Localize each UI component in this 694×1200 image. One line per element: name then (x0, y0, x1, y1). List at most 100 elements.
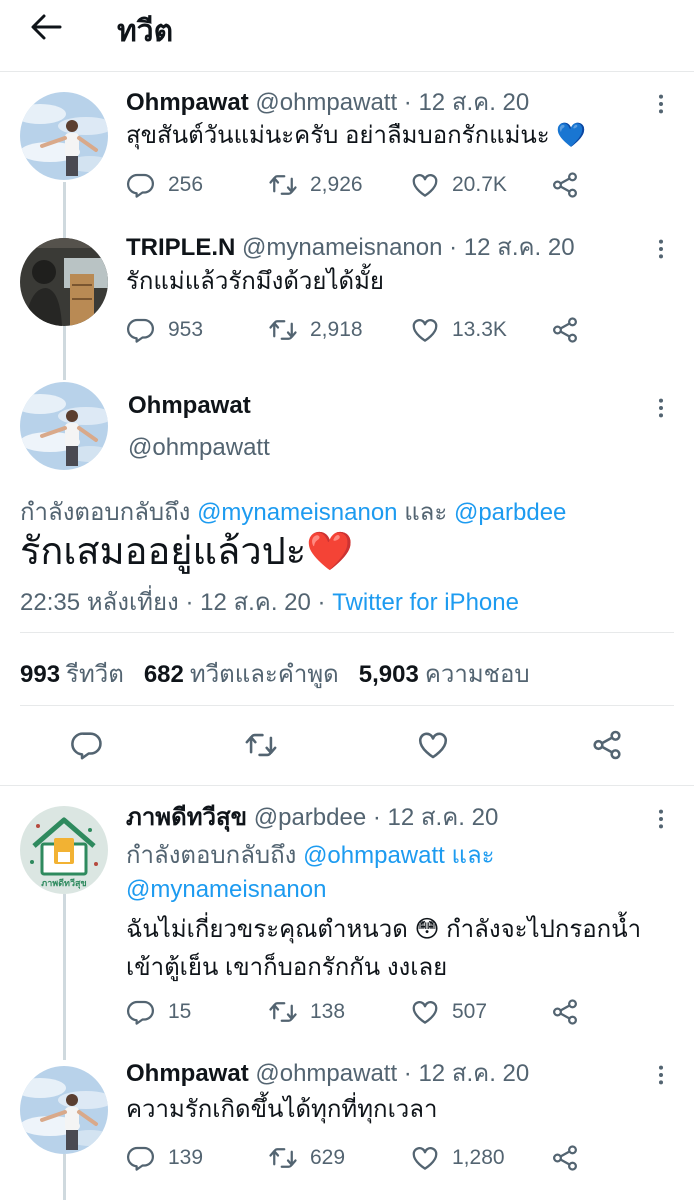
tweet-timestamp[interactable]: 22:35 หลังเที่ยง · 12 ส.ค. 20 · (20, 589, 326, 616)
retweet-icon (268, 170, 298, 200)
likes-label[interactable]: ความชอบ (425, 661, 530, 688)
tweet-source[interactable]: Twitter for iPhone (332, 589, 519, 616)
heart-icon (410, 315, 440, 345)
retweet-icon (268, 315, 298, 345)
user-handle[interactable]: @ohmpawatt (128, 434, 270, 462)
reply-icon (126, 1143, 156, 1173)
display-name[interactable]: Ohmpawat (126, 89, 249, 116)
share-button[interactable] (550, 168, 592, 202)
retweet-button[interactable]: 629 (268, 1141, 345, 1175)
tweet-actions: 139 629 1,280 (126, 1141, 596, 1175)
divider (20, 632, 674, 633)
top-bar: ทวีต (0, 0, 694, 72)
retweet-count: 629 (310, 1146, 346, 1169)
more-options-button[interactable] (648, 806, 674, 832)
more-options-button[interactable] (648, 236, 674, 262)
tweet-date: · 12 ส.ค. 20 (403, 1060, 530, 1087)
display-name[interactable]: ภาพดีทวีสุข (126, 804, 247, 831)
share-icon (550, 1143, 580, 1173)
like-count: 1,280 (452, 1146, 505, 1169)
tweet-actions: 15 138 507 (126, 995, 596, 1029)
reply-icon (126, 170, 156, 200)
retweet-count: 138 (310, 1000, 346, 1023)
retweet-button[interactable] (242, 726, 280, 764)
reply-icon (70, 728, 104, 762)
tweet-date: · 12 ส.ค. 20 (403, 89, 530, 116)
tweet-date: · 12 ส.ค. 20 (449, 234, 575, 261)
like-button[interactable]: 13.3K (410, 313, 507, 347)
reply-count: 953 (168, 318, 204, 341)
user-handle[interactable]: @ohmpawatt (255, 89, 397, 116)
reply-button[interactable] (68, 726, 106, 764)
share-icon (590, 728, 624, 762)
tweet-stats: 993 รีทวีต 682 ทวีตและคำพูด 5,903 ความชอบ (20, 654, 550, 693)
share-button[interactable] (550, 995, 592, 1029)
more-vertical-icon (658, 397, 664, 419)
mention-link[interactable]: @mynameisnanon (197, 499, 397, 526)
quotes-label[interactable]: ทวีตและคำพูด (190, 661, 339, 688)
quotes-count[interactable]: 682 (144, 661, 184, 688)
tweet-text: สุขสันต์วันแม่นะครับ อย่าลืมบอกรักแม่นะ … (126, 122, 587, 149)
user-handle[interactable]: @mynameisnanon (242, 234, 442, 261)
more-options-button[interactable] (648, 91, 674, 117)
avatar[interactable] (20, 382, 108, 470)
share-icon (550, 170, 580, 200)
like-button[interactable]: 1,280 (410, 1141, 505, 1175)
reply-count: 15 (168, 1000, 192, 1023)
share-button[interactable] (550, 313, 592, 347)
user-handle[interactable]: @ohmpawatt (255, 1060, 397, 1087)
replying-label: กำลังตอบกลับถึง (126, 842, 297, 869)
avatar[interactable] (20, 92, 108, 180)
more-options-button[interactable] (648, 1062, 674, 1088)
retweets-label[interactable]: รีทวีต (66, 661, 124, 688)
retweets-count[interactable]: 993 (20, 661, 60, 688)
avatar-caption: ภาพดีทวีสุข (41, 878, 86, 889)
heart-icon (410, 170, 440, 200)
more-vertical-icon (658, 1064, 664, 1086)
avatar[interactable] (20, 1066, 108, 1154)
reply-button[interactable]: 139 (126, 1141, 203, 1175)
reply-icon (126, 315, 156, 345)
tweet-date: · 12 ส.ค. 20 (372, 804, 499, 831)
likes-count[interactable]: 5,903 (359, 661, 419, 688)
avatar[interactable]: ภาพดีทวีสุข (20, 806, 108, 894)
tweet-text-line-2: เข้าตู้เย็น เขาก็บอกรักกัน งงเลย (126, 954, 448, 981)
reply-count: 256 (168, 173, 204, 196)
display-name[interactable]: Ohmpawat (128, 392, 251, 420)
avatar[interactable] (20, 238, 108, 326)
like-count: 13.3K (452, 318, 507, 341)
display-name[interactable]: Ohmpawat (126, 1060, 249, 1087)
like-button[interactable]: 507 (410, 995, 487, 1029)
thread-connector (63, 894, 66, 1060)
heart-icon (416, 728, 450, 762)
like-button[interactable]: 20.7K (410, 168, 507, 202)
more-vertical-icon (658, 808, 664, 830)
heart-icon (410, 997, 440, 1027)
back-button[interactable] (26, 10, 66, 44)
mention-link[interactable]: @parbdee (454, 499, 566, 526)
display-name[interactable]: TRIPLE.N (126, 234, 235, 261)
more-options-button[interactable] (648, 395, 674, 421)
mention-link[interactable]: @ohmpawatt (303, 842, 445, 869)
retweet-button[interactable]: 138 (268, 995, 345, 1029)
share-button[interactable] (588, 726, 626, 764)
more-vertical-icon (658, 238, 664, 260)
reply-button[interactable]: 953 (126, 313, 203, 347)
thread-connector (63, 326, 66, 380)
like-button[interactable] (414, 726, 452, 764)
retweet-button[interactable]: 2,918 (268, 313, 363, 347)
share-button[interactable] (550, 1141, 592, 1175)
reply-button[interactable]: 15 (126, 995, 191, 1029)
retweet-button[interactable]: 2,926 (268, 168, 363, 202)
tweet-text: รักเสมออยู่แล้วปะ❤️ (20, 531, 354, 573)
user-handle[interactable]: @parbdee (254, 804, 366, 831)
reply-button[interactable]: 256 (126, 168, 203, 202)
and-word: และ (451, 842, 495, 869)
like-count: 507 (452, 1000, 488, 1023)
heart-icon (410, 1143, 440, 1173)
thread-connector (63, 1154, 66, 1200)
tweet-header: TRIPLE.N @mynameisnanon · 12 ส.ค. 20 (126, 233, 575, 263)
reply-icon (126, 997, 156, 1027)
mention-link[interactable]: @mynameisnanon (126, 876, 326, 903)
divider (20, 705, 674, 706)
